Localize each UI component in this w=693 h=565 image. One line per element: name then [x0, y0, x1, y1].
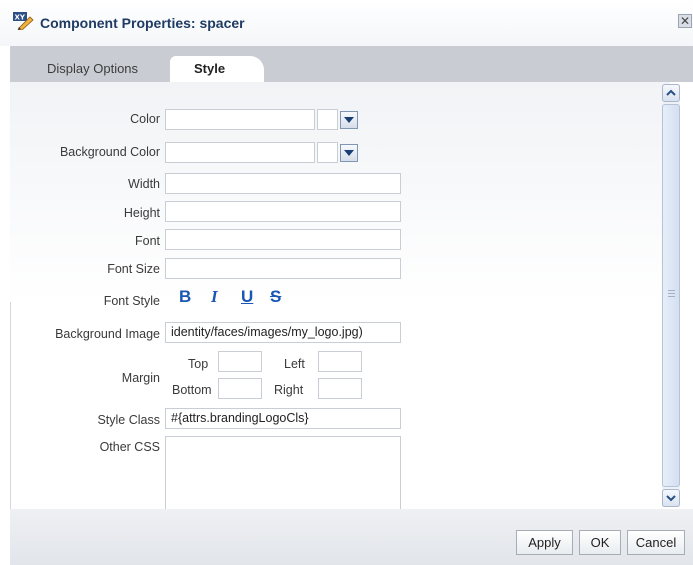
color-input[interactable] [165, 109, 315, 130]
tab-style-label: Style [194, 61, 226, 76]
other-css-textarea[interactable] [165, 436, 401, 509]
tab-display-options[interactable]: Display Options [22, 56, 162, 82]
chevron-up-icon [666, 89, 676, 96]
margin-label: Margin [121, 371, 160, 385]
font-size-input[interactable] [165, 258, 401, 279]
color-swatch[interactable] [317, 109, 338, 130]
dialog-title: Component Properties: spacer [40, 15, 245, 31]
scroll-thumb[interactable] [662, 104, 680, 487]
chevron-down-icon [344, 117, 354, 123]
other-css-label: Other CSS [99, 440, 160, 454]
vertical-scrollbar[interactable] [662, 84, 680, 507]
height-label: Height [123, 206, 160, 220]
font-input[interactable] [165, 229, 401, 250]
tab-display-options-label: Display Options [47, 61, 139, 76]
ok-button[interactable]: OK [579, 530, 621, 555]
chevron-down-icon [344, 150, 354, 156]
italic-icon[interactable]: I [211, 287, 218, 307]
cancel-button[interactable]: Cancel [627, 530, 685, 555]
bold-icon[interactable]: B [179, 287, 191, 307]
margin-right-label: Right [274, 383, 304, 397]
background-image-label: Background Image [55, 327, 160, 341]
width-label: Width [128, 177, 160, 191]
underline-icon[interactable]: U [241, 287, 253, 307]
width-input[interactable] [165, 173, 401, 194]
dialog-title-bar: XY Component Properties: spacer ✕ [0, 0, 693, 46]
close-button[interactable]: ✕ [678, 14, 692, 28]
margin-right-input[interactable] [318, 378, 362, 399]
apply-button[interactable]: Apply [516, 530, 573, 555]
chevron-down-icon [666, 495, 676, 502]
edit-properties-icon: XY [13, 12, 34, 30]
margin-bottom-input[interactable] [218, 378, 262, 399]
color-label: Color [130, 112, 160, 126]
font-size-label: Font Size [107, 262, 160, 276]
margin-top-label: Top [188, 357, 209, 371]
margin-top-input[interactable] [218, 351, 262, 372]
style-class-label: Style Class [97, 413, 160, 427]
style-class-input[interactable]: #{attrs.brandingLogoCls} [165, 408, 401, 429]
background-color-input[interactable] [165, 142, 315, 163]
background-image-input[interactable]: identity/faces/images/my_logo.jpg) [165, 322, 401, 343]
height-input[interactable] [165, 201, 401, 222]
scroll-down-button[interactable] [662, 489, 680, 507]
tab-style[interactable]: Style [170, 56, 264, 82]
margin-left-label: Left [284, 357, 305, 371]
color-dropdown-button[interactable] [340, 111, 358, 129]
tab-strip: Display Options Style [10, 46, 693, 82]
font-style-label: Font Style [103, 294, 160, 308]
margin-left-input[interactable] [318, 351, 362, 372]
dialog-footer: Apply OK Cancel [10, 509, 693, 565]
background-color-label: Background Color [59, 145, 160, 159]
background-color-swatch[interactable] [317, 142, 338, 163]
scroll-up-button[interactable] [662, 84, 680, 102]
svg-text:XY: XY [15, 14, 26, 22]
font-label: Font [134, 234, 160, 248]
close-icon: ✕ [679, 14, 691, 28]
strikethrough-icon[interactable]: S [270, 287, 281, 307]
margin-bottom-label: Bottom [172, 383, 212, 397]
background-color-dropdown-button[interactable] [340, 144, 358, 162]
grip-icon [668, 290, 675, 298]
